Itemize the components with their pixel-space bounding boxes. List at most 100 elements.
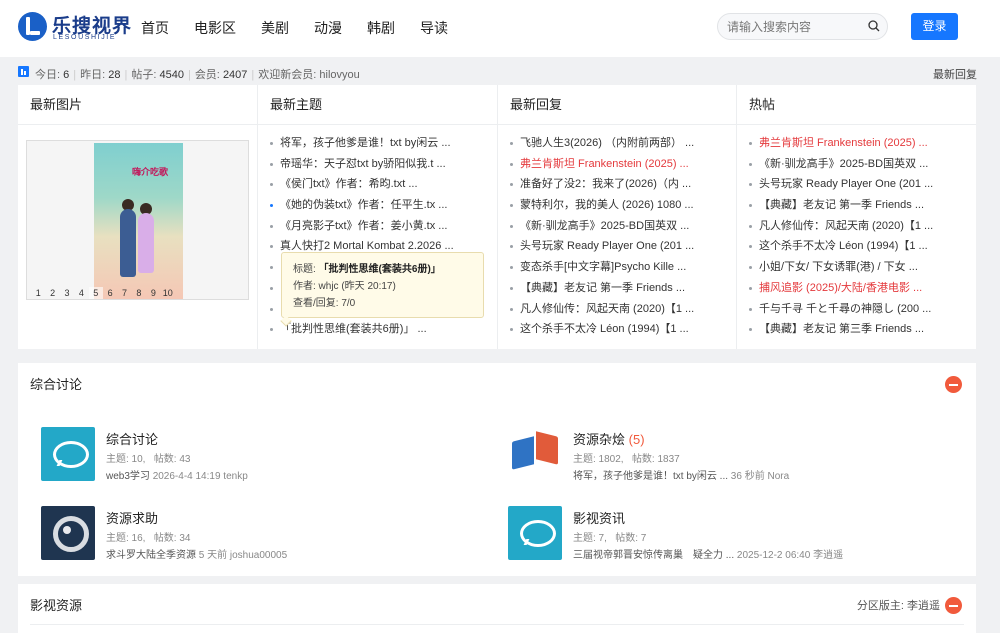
- reply-item[interactable]: 弗兰肯斯坦 Frankenstein (2025) ...: [510, 154, 736, 175]
- stats-text: 今日: 6 | 昨日: 28 | 帖子: 4540 | 会员: 2407 | 欢迎新会员: hi…: [35, 69, 360, 81]
- resources-title[interactable]: 影视资源: [30, 595, 82, 614]
- last-post-link[interactable]: 三届视帝郭晋安惊传离巢 疑全力 ...: [573, 550, 734, 561]
- forum-name[interactable]: 影视资讯: [573, 508, 625, 527]
- posts-label: 帖子:: [131, 69, 157, 81]
- reply-item[interactable]: 蒙特利尔，我的美人 (2026) 1080 ...: [510, 195, 736, 216]
- latest-replies-column: 最新回复 飞驰人生3(2026) （内附前两部） ... 弗兰肯斯坦 Frank…: [498, 85, 737, 349]
- forum-name[interactable]: 资源杂烩 (5): [573, 429, 645, 448]
- hot-item[interactable]: 头号玩家 Ready Player One (201 ...: [749, 174, 976, 195]
- pager-item[interactable]: 7: [117, 287, 131, 299]
- nav-guide[interactable]: 导读: [420, 18, 448, 38]
- forum-name-text[interactable]: 资源杂烩: [573, 432, 625, 447]
- poster-image[interactable]: 嗨介吃歌: [94, 143, 183, 299]
- hot-item[interactable]: 千与千寻 千と千尋の神隠し (200 ...: [749, 299, 976, 320]
- last-post-link[interactable]: web3学习: [106, 471, 150, 482]
- last-post-link[interactable]: 求斗罗大陆全季资源: [106, 550, 196, 561]
- film-reel-icon[interactable]: [41, 506, 95, 560]
- reply-item[interactable]: 变态杀手[中文字幕]Psycho Kille ...: [510, 257, 736, 278]
- forum-name[interactable]: 综合讨论: [106, 429, 158, 448]
- discussion-title[interactable]: 综合讨论: [30, 374, 82, 393]
- members-count: 2407: [222, 69, 248, 81]
- forum-posts: 帖数: 1837: [631, 454, 680, 465]
- last-post-meta: 5 天前 joshua00005: [198, 550, 288, 561]
- forum-item[interactable]: 资源求助 主题: 16, 帖数: 34 求斗罗大陆全季资源 5 天前 joshu…: [41, 506, 481, 562]
- section-divider: [30, 624, 964, 625]
- last-post-link[interactable]: 将军，孩子他爹是谁！txt by闲云 ...: [573, 471, 728, 482]
- latest-panel: 最新图片 嗨介吃歌 1 2 3 4 5 6 7 8 9 10 最新主题 将军，孩…: [18, 85, 976, 349]
- pager-item-active[interactable]: 5: [88, 287, 103, 299]
- topic-item[interactable]: 《她的伪装txt》作者：任平生.tx ...: [270, 195, 497, 216]
- hot-item[interactable]: 小姐/下女/ 下女诱罪(港) / 下女 ...: [749, 257, 976, 278]
- nav-movies[interactable]: 电影区: [194, 18, 236, 38]
- forum-item[interactable]: 综合讨论 主题: 10, 帖数: 43 web3学习 2026-4-4 14:1…: [41, 427, 481, 483]
- forum-item[interactable]: 影视资讯 主题: 7, 帖数: 7 三届视帝郭晋安惊传离巢 疑全力 ... 20…: [508, 506, 948, 562]
- nav-anime[interactable]: 动漫: [314, 18, 342, 38]
- pager-item[interactable]: 3: [60, 287, 74, 299]
- hot-item[interactable]: 【典藏】老友记 第三季 Friends ...: [749, 319, 976, 340]
- open-book-icon[interactable]: [508, 427, 562, 481]
- pager-item[interactable]: 4: [74, 287, 88, 299]
- topic-item[interactable]: 《月亮影子txt》作者：姜小黄.tx ...: [270, 216, 497, 237]
- nav-us-drama[interactable]: 美剧: [261, 18, 289, 38]
- pager-item[interactable]: 2: [45, 287, 59, 299]
- latest-images-column: 最新图片 嗨介吃歌 1 2 3 4 5 6 7 8 9 10: [18, 85, 258, 349]
- nav-k-drama[interactable]: 韩剧: [367, 18, 395, 38]
- pager-item[interactable]: 10: [161, 287, 175, 299]
- reply-item[interactable]: 头号玩家 Ready Player One (201 ...: [510, 236, 736, 257]
- search-input[interactable]: [727, 19, 857, 35]
- hot-item[interactable]: 捕风追影 (2025)/大陆/香港电影 ...: [749, 278, 976, 299]
- pager-item[interactable]: 9: [146, 287, 160, 299]
- hot-posts-title: 热帖: [737, 85, 976, 125]
- chat-bubble-icon[interactable]: [41, 427, 95, 481]
- pager-item[interactable]: 8: [132, 287, 146, 299]
- last-post-meta: 36 秒前 Nora: [730, 471, 790, 482]
- yesterday-label: 昨日:: [80, 69, 106, 81]
- collapse-icon[interactable]: [945, 597, 962, 614]
- nav-home[interactable]: 首页: [141, 18, 169, 38]
- welcome-member[interactable]: 欢迎新会员: hilovyou: [258, 69, 359, 81]
- site-logo[interactable]: 乐搜视界 LESOUSHIJIE: [18, 11, 131, 45]
- topic-item[interactable]: 帝瑶华：天子怼txt by骄阳似我.t ...: [270, 154, 497, 175]
- login-button[interactable]: 登录: [911, 13, 958, 40]
- collapse-icon[interactable]: [945, 376, 962, 393]
- topic-item[interactable]: 「批判性思维(套装共6册)」 ...: [270, 319, 497, 340]
- reply-item[interactable]: 【典藏】老友记 第一季 Friends ...: [510, 278, 736, 299]
- chat-bubble-icon[interactable]: [508, 506, 562, 560]
- tooltip-title: 「批判性思维(套装共6册)」: [318, 264, 441, 275]
- forum-name-text[interactable]: 资源求助: [106, 511, 158, 526]
- hot-item[interactable]: 凡人修仙传：风起天南 (2020)【1 ...: [749, 216, 976, 237]
- hot-item[interactable]: 这个杀手不太冷 Léon (1994)【1 ...: [749, 236, 976, 257]
- hot-item[interactable]: 【典藏】老友记 第一季 Friends ...: [749, 195, 976, 216]
- search-icon[interactable]: [868, 20, 880, 32]
- hot-item[interactable]: 《新·驯龙高手》2025-BD国英双 ...: [749, 154, 976, 175]
- members-label: 会员:: [194, 69, 220, 81]
- tooltip-author: 作者: whjc (昨天 20:17): [293, 281, 396, 292]
- section-moderator[interactable]: 分区版主: 李逍遥: [857, 597, 940, 613]
- forum-item[interactable]: 资源杂烩 (5) 主题: 1802, 帖数: 1837 将军，孩子他爹是谁！tx…: [508, 427, 948, 483]
- tooltip-title-label: 标题:: [293, 264, 316, 275]
- image-slider[interactable]: 嗨介吃歌 1 2 3 4 5 6 7 8 9 10: [26, 140, 249, 300]
- forum-topics: 主题: 1802,: [573, 454, 624, 465]
- today-count: 6: [63, 69, 70, 81]
- reply-item[interactable]: 飞驰人生3(2026) （内附前两部） ...: [510, 133, 736, 154]
- forum-name-text[interactable]: 综合讨论: [106, 432, 158, 447]
- forum-posts: 帖数: 43: [153, 454, 191, 465]
- topic-tooltip: 标题: 「批判性思维(套装共6册)」 作者: whjc (昨天 20:17) 查…: [281, 252, 484, 318]
- hot-posts-list: 弗兰肯斯坦 Frankenstein (2025) ... 《新·驯龙高手》20…: [737, 125, 976, 340]
- pager-item[interactable]: 6: [103, 287, 117, 299]
- topic-item[interactable]: 《侯门txt》作者：希昀.txt ...: [270, 174, 497, 195]
- forum-name[interactable]: 资源求助: [106, 508, 158, 527]
- reply-item[interactable]: 准备好了没2：我来了(2026)（内 ...: [510, 174, 736, 195]
- pager-item[interactable]: 1: [31, 287, 45, 299]
- logo-mark-icon: [18, 12, 47, 41]
- forum-last-post: web3学习 2026-4-4 14:19 tenkp: [106, 467, 248, 482]
- reply-item[interactable]: 这个杀手不太冷 Léon (1994)【1 ...: [510, 319, 736, 340]
- latest-replies-list: 飞驰人生3(2026) （内附前两部） ... 弗兰肯斯坦 Frankenste…: [498, 125, 736, 340]
- reply-item[interactable]: 《新·驯龙高手》2025-BD国英双 ...: [510, 216, 736, 237]
- forum-name-text[interactable]: 影视资讯: [573, 511, 625, 526]
- topic-item[interactable]: 将军，孩子他爹是谁！txt by闲云 ...: [270, 133, 497, 154]
- reply-item[interactable]: 凡人修仙传：风起天南 (2020)【1 ...: [510, 299, 736, 320]
- forum-topics: 主题: 10,: [106, 454, 146, 465]
- latest-replies-link[interactable]: 最新回复: [933, 66, 977, 82]
- hot-item[interactable]: 弗兰肯斯坦 Frankenstein (2025) ...: [749, 133, 976, 154]
